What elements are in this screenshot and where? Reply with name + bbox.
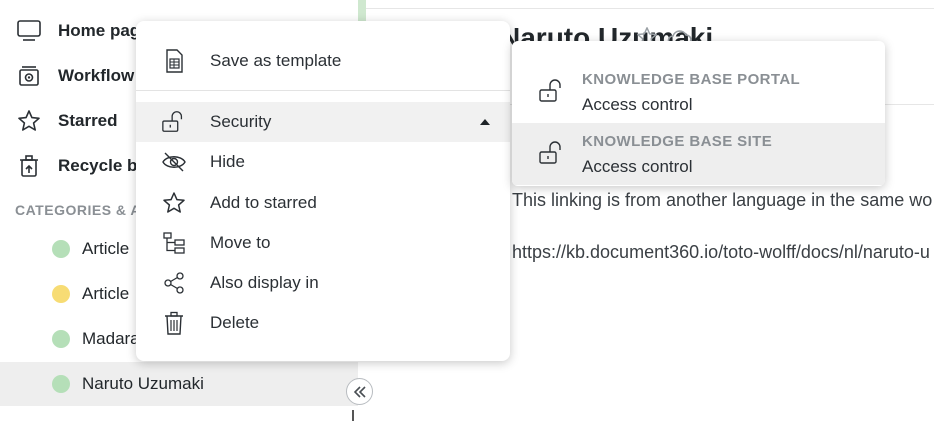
- workflow-icon: [16, 63, 42, 89]
- submenu-item-title: KNOWLEDGE BASE SITE: [582, 133, 773, 150]
- submenu-item-site-access[interactable]: KNOWLEDGE BASE SITE Access control: [512, 123, 885, 185]
- top-border: [366, 8, 934, 9]
- unlock-icon: [161, 109, 187, 135]
- move-to-icon: [161, 230, 187, 256]
- menu-item-label: Also display in: [210, 273, 319, 292]
- star-icon: [16, 108, 42, 134]
- submenu-item-label: Access control: [582, 157, 693, 176]
- menu-item-move-to[interactable]: Move to: [136, 223, 510, 263]
- category-label: Article: [82, 284, 130, 303]
- collapse-sidebar-button[interactable]: [346, 378, 373, 405]
- nav-starred[interactable]: Starred: [16, 106, 118, 136]
- article-link[interactable]: https://kb.document360.io/toto-wolff/doc…: [512, 242, 930, 263]
- recycle-bin-icon: [16, 153, 42, 179]
- menu-item-label: Hide: [210, 152, 245, 171]
- trash-icon: [161, 310, 187, 336]
- caret-up-icon: [480, 119, 490, 125]
- unlock-icon: [538, 141, 566, 169]
- security-submenu: KNOWLEDGE BASE PORTAL Access control KNO…: [512, 41, 885, 186]
- context-menu: Save as template Security Hide Add to st…: [136, 21, 510, 361]
- menu-item-label: Add to starred: [210, 193, 317, 212]
- menu-item-label: Security: [210, 112, 272, 131]
- submenu-item-label: Access control: [582, 95, 693, 114]
- template-icon: [161, 48, 187, 74]
- nav-workflow[interactable]: Workflow: [16, 61, 134, 91]
- submenu-item-portal-access[interactable]: KNOWLEDGE BASE PORTAL Access control: [512, 61, 885, 123]
- share-icon: [161, 270, 187, 296]
- menu-item-label: Move to: [210, 233, 271, 252]
- menu-item-add-to-starred[interactable]: Add to starred: [136, 183, 510, 223]
- category-label: Article: [82, 239, 130, 258]
- submenu-item-title: KNOWLEDGE BASE PORTAL: [582, 71, 801, 88]
- menu-item-label: Save as template: [210, 51, 342, 70]
- menu-item-label: Delete: [210, 313, 260, 332]
- article-text: This linking is from another language in…: [512, 190, 933, 210]
- category-label: Naruto Uzumaki: [82, 374, 204, 393]
- status-dot: [52, 240, 70, 258]
- nav-label: Workflow: [58, 66, 135, 85]
- menu-item-hide[interactable]: Hide: [136, 142, 510, 182]
- status-dot: [52, 375, 70, 393]
- unlock-icon: [538, 79, 566, 107]
- menu-divider: [136, 90, 510, 91]
- double-chevron-left-icon: [353, 385, 366, 398]
- category-item-active[interactable]: Naruto Uzumaki: [0, 362, 358, 406]
- menu-item-security[interactable]: Security: [136, 102, 510, 142]
- nav-recycle-bin[interactable]: Recycle bin: [16, 151, 153, 181]
- eye-off-icon: [161, 149, 187, 175]
- category-label: Madara: [82, 329, 140, 348]
- status-dot: [52, 285, 70, 303]
- nav-label: Starred: [58, 111, 118, 130]
- sidebar-scroll-indicator: [352, 410, 354, 421]
- monitor-icon: [16, 18, 42, 44]
- menu-item-also-display-in[interactable]: Also display in: [136, 263, 510, 303]
- status-dot: [52, 330, 70, 348]
- nav-home-page[interactable]: Home page: [16, 16, 150, 46]
- menu-item-delete[interactable]: Delete: [136, 303, 510, 343]
- menu-item-save-as-template[interactable]: Save as template: [136, 41, 510, 81]
- star-icon: [161, 190, 187, 216]
